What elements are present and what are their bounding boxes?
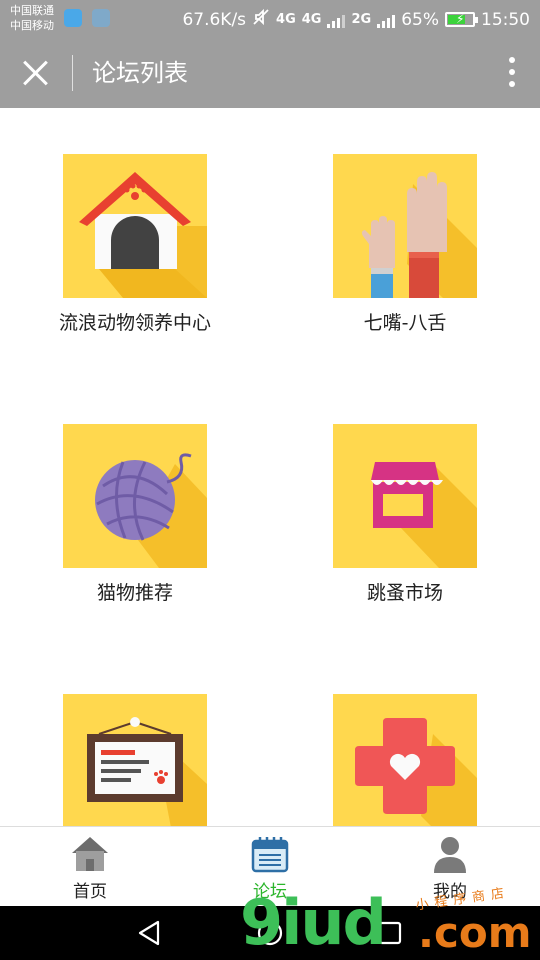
app-notification-icon: [64, 9, 82, 27]
forum-card[interactable]: 七嘴-八舌: [285, 154, 525, 384]
dog-house-icon: [63, 154, 207, 298]
status-indicators: 67.6K/s 4G 4G 2G 65% ⚡ 15:50: [182, 8, 530, 31]
mute-icon: [252, 8, 270, 31]
home-circle-icon[interactable]: [256, 919, 284, 947]
forum-label: 流浪动物领养中心: [58, 312, 211, 334]
forum-grid: 流浪动物领养中心 七嘴-八舌 猫物推荐 跳蚤市场: [0, 108, 540, 826]
signal-2-icon: [377, 12, 396, 28]
back-icon[interactable]: [136, 919, 164, 947]
gallery-notification-icon: [92, 9, 110, 27]
forum-card[interactable]: 跳蚤市场: [285, 424, 525, 654]
recents-icon[interactable]: [376, 919, 404, 947]
app-bar-divider: [72, 55, 73, 91]
more-options-icon[interactable]: [508, 57, 516, 89]
app-bar: 论坛列表: [0, 38, 540, 108]
carrier-1: 中国联通: [10, 4, 54, 17]
tab-forum-label: 论坛: [253, 882, 287, 902]
carrier-info: 中国联通 中国移动: [10, 3, 54, 33]
battery-icon: ⚡: [445, 12, 478, 27]
bottom-tab-bar: 首页 论坛 我的: [0, 826, 540, 907]
forum-card[interactable]: [285, 694, 525, 826]
network-type-3: 2G: [351, 12, 372, 27]
clock: 15:50: [481, 9, 530, 30]
network-type-1: 4G: [276, 12, 296, 27]
forum-card[interactable]: 流浪动物领养中心: [15, 154, 255, 384]
close-icon[interactable]: [18, 56, 52, 90]
network-speed: 67.6K/s: [182, 9, 247, 30]
certificate-board-icon: [63, 694, 207, 826]
forum-label: 猫物推荐: [96, 582, 173, 604]
network-type-2: 4G: [301, 12, 322, 27]
tab-forum[interactable]: 论坛: [180, 827, 360, 907]
raised-hands-icon: [333, 154, 477, 298]
medical-cross-icon: [333, 694, 477, 826]
user-icon: [434, 837, 466, 873]
system-nav-bar: [0, 906, 540, 960]
forum-label: 七嘴-八舌: [363, 312, 447, 334]
forum-label: 跳蚤市场: [366, 582, 443, 604]
signal-1-icon: [327, 12, 346, 28]
shop-icon: [333, 424, 477, 568]
forum-card[interactable]: [15, 694, 255, 826]
notepad-icon: [251, 837, 289, 873]
tab-mine[interactable]: 我的: [360, 827, 540, 907]
status-bar: 中国联通 中国移动 67.6K/s 4G 4G 2G 65% ⚡ 15:50: [0, 0, 540, 38]
carrier-2: 中国移动: [10, 19, 54, 32]
battery-percent: 65%: [401, 9, 439, 30]
tab-home[interactable]: 首页: [0, 827, 180, 907]
forum-card[interactable]: 猫物推荐: [15, 424, 255, 654]
page-title: 论坛列表: [92, 59, 188, 87]
tab-home-label: 首页: [73, 882, 107, 902]
tab-mine-label: 我的: [433, 882, 467, 902]
home-icon: [72, 837, 108, 871]
yarn-ball-icon: [63, 424, 207, 568]
